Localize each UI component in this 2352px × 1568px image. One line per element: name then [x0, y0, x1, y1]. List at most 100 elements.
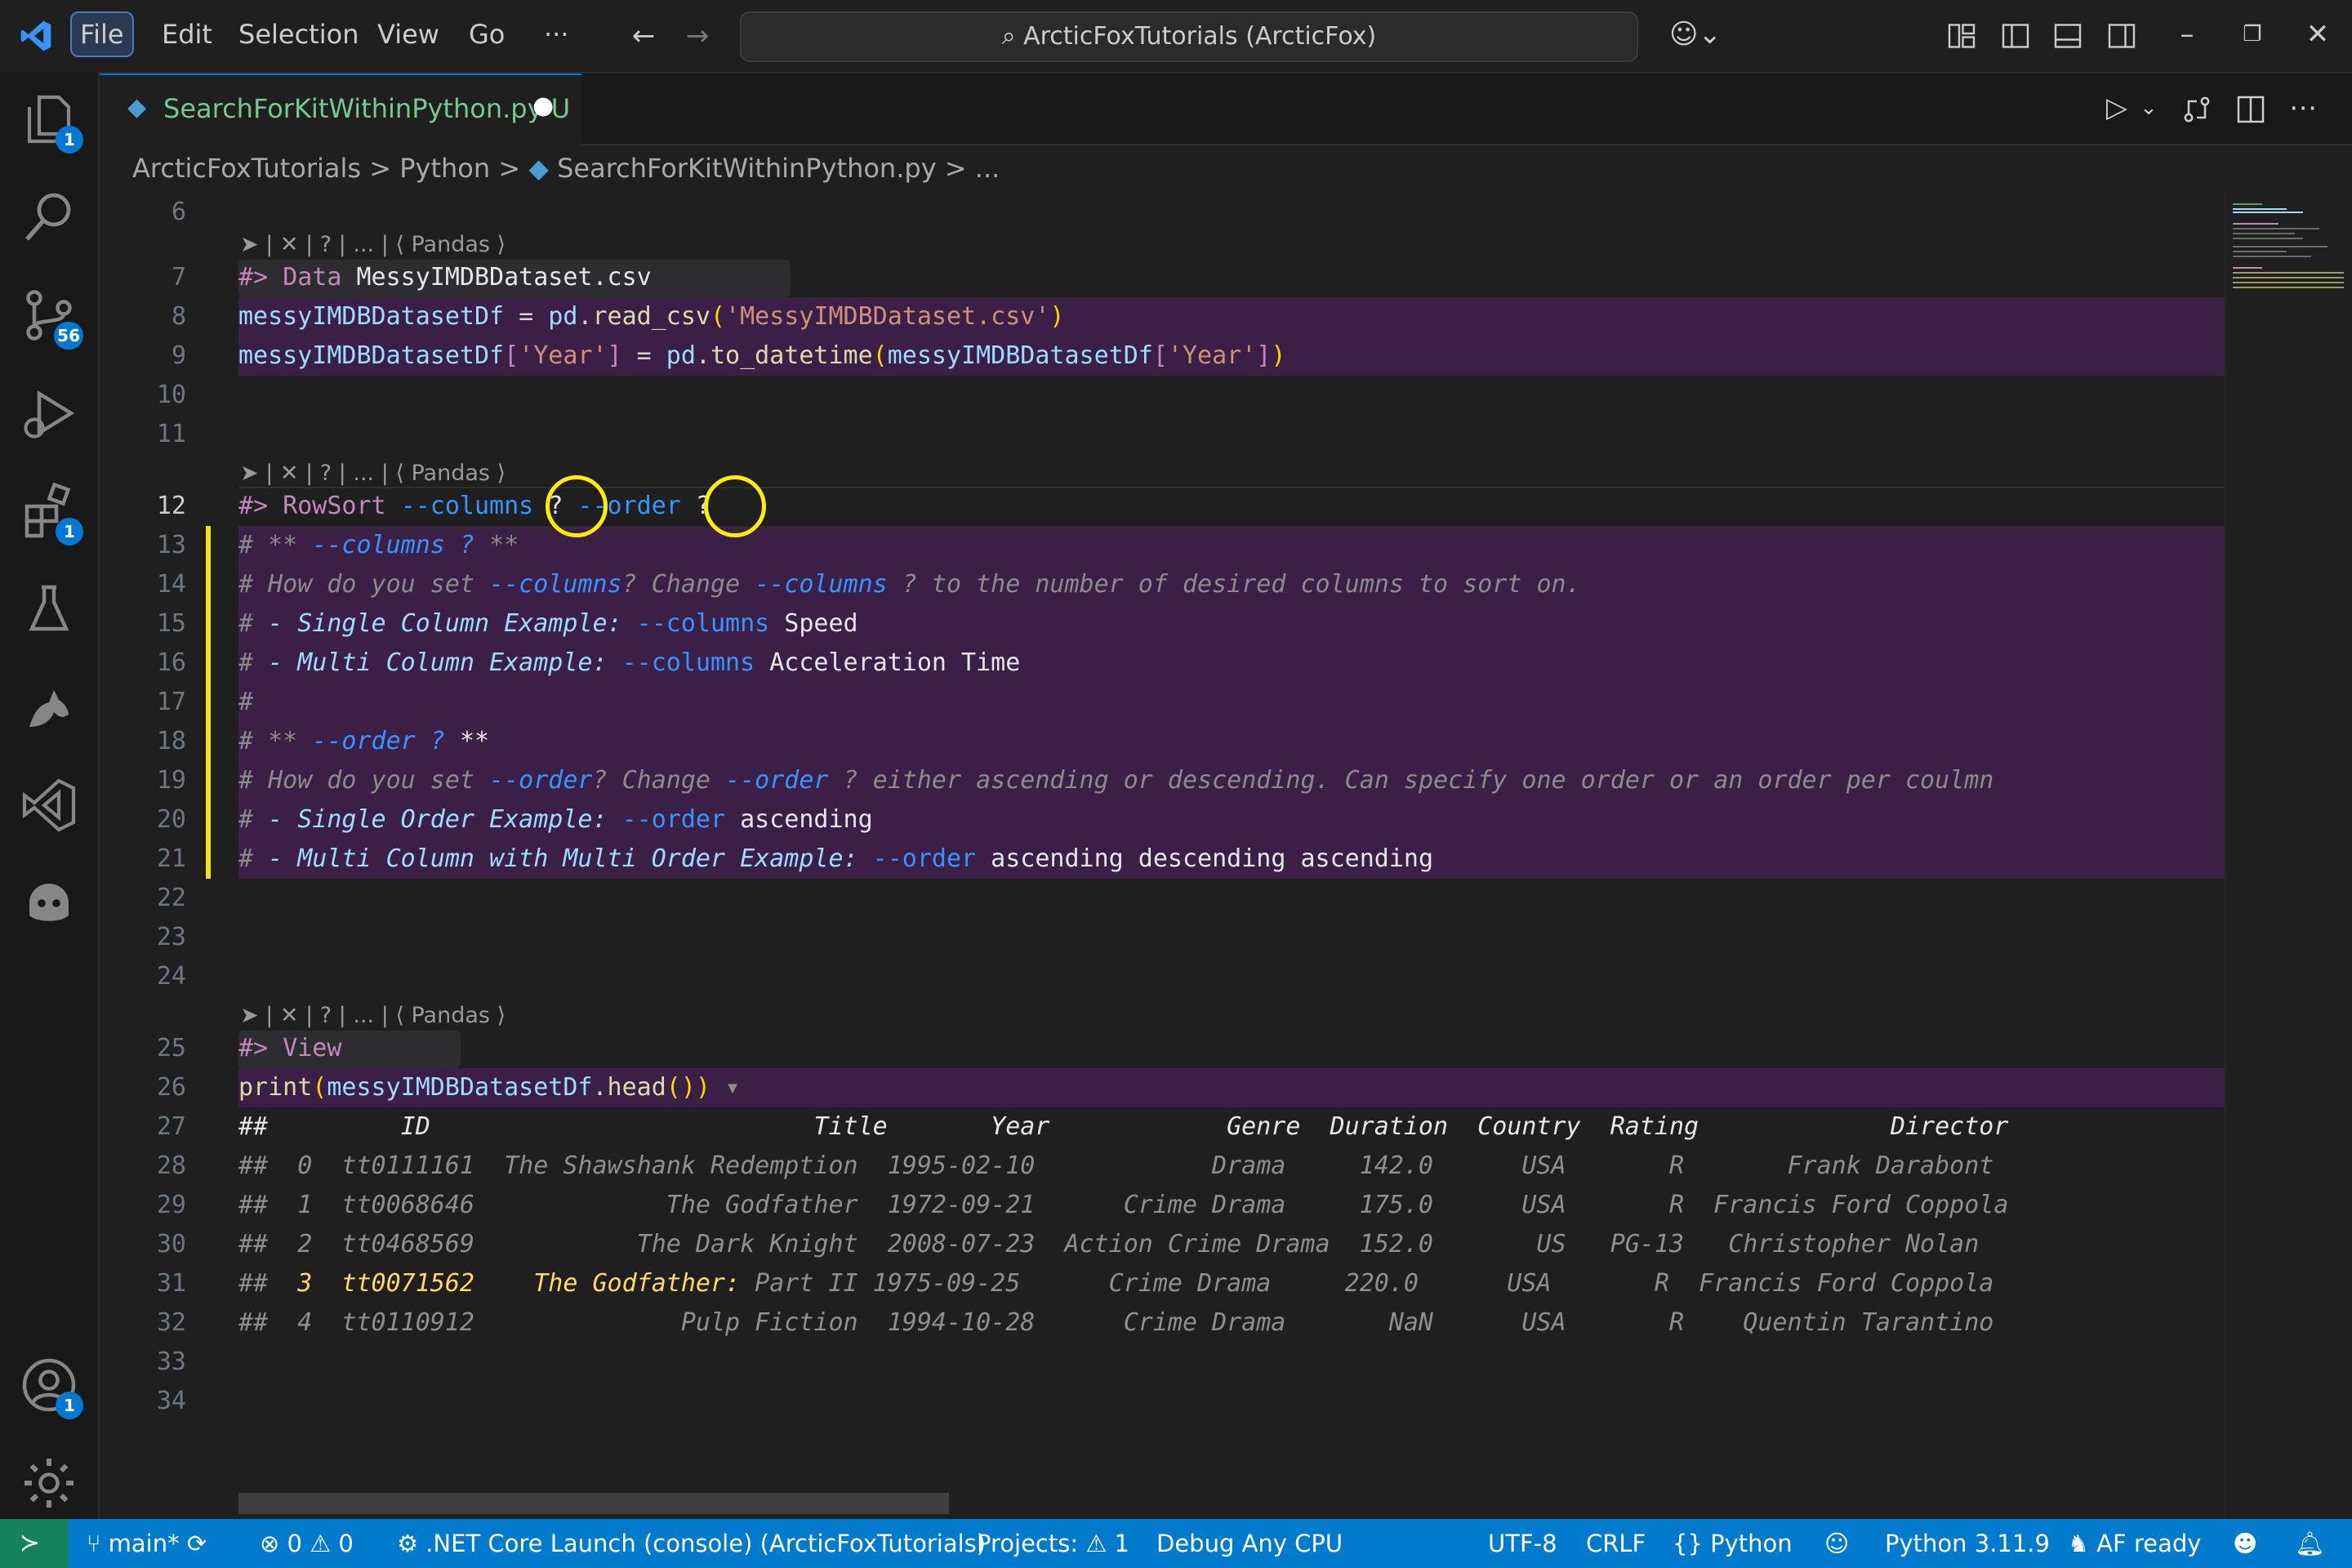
- line-number: 18: [156, 727, 186, 755]
- line-number: 26: [156, 1073, 186, 1102]
- output-row: ## 2 tt0468569 The Dark Knight 2008-07-2…: [238, 1230, 1980, 1258]
- explorer-badge: 1: [56, 126, 83, 154]
- breadcrumb-item[interactable]: SearchForKitWithinPython.py: [557, 153, 937, 184]
- warning-icon: ⚠: [1085, 1530, 1115, 1557]
- copilot-icon[interactable]: ☺⌄: [1663, 18, 1728, 51]
- remote-indicator[interactable]: ≻: [0, 1519, 69, 1568]
- testing-icon[interactable]: [20, 580, 78, 639]
- menu-edit[interactable]: Edit: [154, 13, 220, 56]
- code-line: #: [238, 688, 254, 716]
- run-python-file-icon[interactable]: ▷: [2100, 91, 2133, 124]
- menu-selection[interactable]: Selection: [230, 13, 367, 56]
- fold-chevron-icon: ▾: [710, 1073, 741, 1102]
- breadcrumb-separator-icon: >: [498, 153, 529, 184]
- line-number: 6: [171, 198, 186, 226]
- breadcrumb-item[interactable]: ArcticFoxTutorials: [132, 153, 361, 184]
- minimap[interactable]: [2225, 193, 2349, 1519]
- split-editor-icon[interactable]: [2234, 93, 2267, 126]
- breadcrumb-separator-icon: >: [944, 153, 975, 184]
- debug-configuration[interactable]: Debug Any CPU: [1156, 1519, 1343, 1568]
- launch-config[interactable]: ⚙ .NET Core Launch (console) (ArcticFoxT…: [397, 1519, 986, 1568]
- toggle-sidebar-icon[interactable]: [2001, 21, 2030, 51]
- projects-indicator[interactable]: Projects: ⚠ 1: [977, 1519, 1129, 1568]
- search-icon[interactable]: [20, 188, 78, 247]
- code-line: # - Single Column Example: --columns Spe…: [238, 609, 858, 638]
- line-number: 28: [156, 1152, 186, 1180]
- output-row: ## 0 tt0111161 The Shawshank Redemption …: [238, 1152, 1994, 1180]
- arctic-fox-icon[interactable]: [20, 678, 78, 737]
- language-mode[interactable]: {} Python: [1673, 1519, 1793, 1568]
- command-center-label: ⌕ ArcticFoxTutorials (ArcticFox): [1001, 22, 1377, 51]
- more-actions-icon[interactable]: ⋯: [2287, 91, 2319, 124]
- menu-file[interactable]: File: [70, 11, 134, 57]
- line-number: 15: [156, 609, 186, 638]
- restore-icon[interactable]: ❐: [2236, 18, 2269, 51]
- explorer-icon[interactable]: 1: [20, 90, 83, 154]
- horizontal-scrollbar-thumb[interactable]: [238, 1493, 949, 1514]
- menu-more[interactable]: ···: [536, 13, 577, 56]
- minimize-icon[interactable]: –: [2171, 18, 2203, 51]
- code-line: # - Multi Column Example: --columns Acce…: [238, 648, 1021, 677]
- code-line: messyIMDBDatasetDf['Year'] = pd.to_datet…: [238, 341, 1286, 370]
- run-options-chevron-icon[interactable]: ⌄: [2136, 91, 2161, 124]
- copilot-icon[interactable]: ☻: [2233, 1519, 2257, 1568]
- warning-icon: ⚠: [310, 1530, 339, 1557]
- accounts-icon[interactable]: 1: [20, 1356, 83, 1419]
- visual-studio-icon[interactable]: [20, 776, 78, 835]
- notifications-bell-icon[interactable]: 🔔︎: [2295, 1519, 2325, 1568]
- line-number: 23: [156, 923, 186, 951]
- tab-searchforkitwithinpython[interactable]: ◆ SearchForKitWithinPython.py U ●: [100, 74, 581, 147]
- python-file-icon: ◆: [127, 93, 147, 122]
- command-center-search[interactable]: ⌕ ArcticFoxTutorials (ArcticFox): [740, 11, 1638, 62]
- breadcrumb-separator-icon: >: [369, 153, 400, 184]
- compare-changes-icon[interactable]: [2180, 93, 2213, 126]
- copilot-chat-icon[interactable]: [20, 874, 78, 933]
- line-number: 8: [171, 302, 186, 331]
- forward-arrow-icon[interactable]: →: [678, 20, 717, 52]
- back-arrow-icon[interactable]: ←: [624, 20, 663, 52]
- unsaved-dot-icon[interactable]: ●: [532, 91, 554, 120]
- toggle-panel-icon[interactable]: [2053, 21, 2082, 51]
- code-line: #> View: [238, 1034, 342, 1062]
- cell-codelens[interactable]: ➤ | ✕ | ? | ... | ⟨ Pandas ⟩: [240, 457, 506, 490]
- python-interpreter[interactable]: Python 3.11.9: [1885, 1519, 2050, 1568]
- code-line: #> Data MessyIMDBDataset.csv: [238, 263, 652, 292]
- line-number: 7: [171, 263, 186, 292]
- extensions-badge: 1: [56, 518, 83, 546]
- line-number: 25: [156, 1034, 186, 1062]
- extensions-icon[interactable]: 1: [20, 482, 83, 546]
- af-status[interactable]: ♞ AF ready: [2068, 1519, 2201, 1568]
- line-number: 22: [156, 884, 186, 912]
- settings-gear-icon[interactable]: [20, 1454, 78, 1512]
- close-icon[interactable]: ✕: [2301, 18, 2334, 51]
- breadcrumb-item[interactable]: Python: [399, 153, 490, 184]
- code-line: # - Single Order Example: --order ascend…: [238, 805, 873, 834]
- fox-icon: ♞: [2068, 1530, 2097, 1557]
- line-number: 19: [156, 766, 186, 795]
- line-number: 33: [156, 1348, 186, 1376]
- code-editor[interactable]: 6 7 8 9 10 11 12 13 14 15 16 17 18 19 20…: [100, 193, 2352, 1519]
- accounts-badge: 1: [56, 1392, 83, 1419]
- branch-indicator[interactable]: ⑂ main* ⟳: [87, 1519, 207, 1568]
- line-number: 30: [156, 1230, 186, 1258]
- sync-icon[interactable]: ⟳: [187, 1530, 207, 1557]
- eol-indicator[interactable]: CRLF: [1586, 1519, 1646, 1568]
- menu-view[interactable]: View: [369, 13, 448, 56]
- problems-indicator[interactable]: ⊗ 0 ⚠ 0: [260, 1519, 354, 1568]
- cell-codelens[interactable]: ➤ | ✕ | ? | ... | ⟨ Pandas ⟩: [240, 1000, 506, 1032]
- run-debug-icon[interactable]: [20, 384, 78, 443]
- code-line: # - Multi Column with Multi Order Exampl…: [238, 844, 1434, 873]
- line-number: 11: [156, 420, 186, 448]
- cell-codelens[interactable]: ➤ | ✕ | ? | ... | ⟨ Pandas ⟩: [240, 229, 506, 261]
- menu-go[interactable]: Go: [461, 13, 513, 56]
- source-control-icon[interactable]: 56: [20, 286, 83, 350]
- customize-layout-icon[interactable]: [1947, 21, 1976, 51]
- braces-icon: {}: [1673, 1530, 1711, 1557]
- breadcrumb-item[interactable]: ...: [975, 153, 1000, 184]
- output-row: ## 4 tt0110912 Pulp Fiction 1994-10-28 C…: [238, 1308, 1994, 1337]
- breadcrumb: ArcticFoxTutorials > Python > ◆ SearchFo…: [132, 147, 1000, 189]
- copilot-status-icon[interactable]: ☺: [1824, 1519, 1849, 1568]
- encoding-indicator[interactable]: UTF-8: [1488, 1519, 1557, 1568]
- toggle-secondary-sidebar-icon[interactable]: [2107, 21, 2136, 51]
- tab-label: SearchForKitWithinPython.py U: [163, 93, 571, 124]
